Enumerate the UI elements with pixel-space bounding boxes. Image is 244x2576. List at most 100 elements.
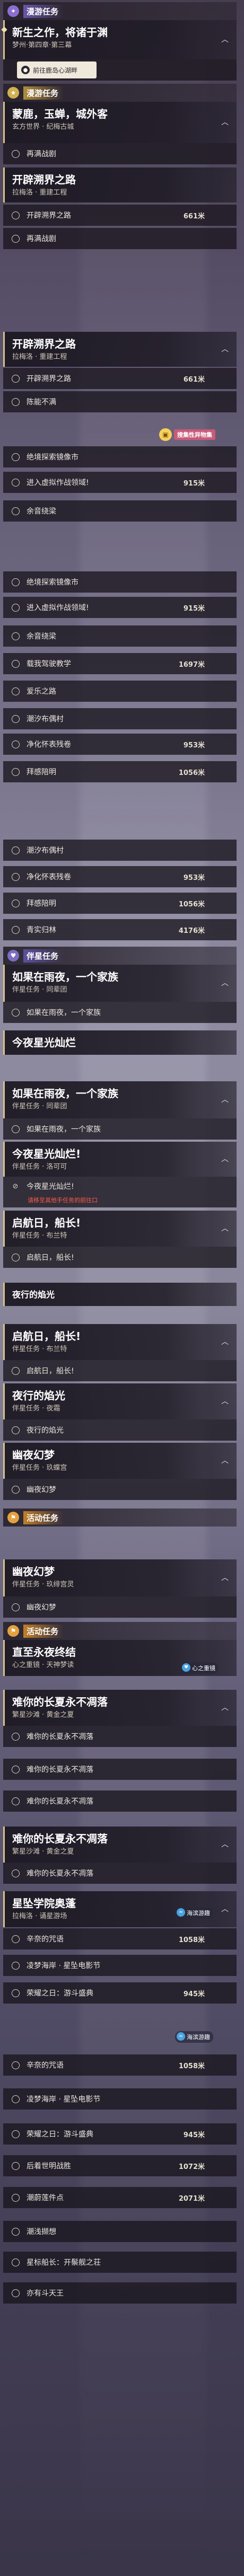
quest-step[interactable]: 荣耀之日：游斗盛典 945米 [3, 1982, 237, 2004]
quest-step[interactable]: 开辟溯界之路 661米 [3, 205, 237, 226]
chevron-up-icon[interactable]: ︿ [220, 1573, 230, 1583]
step-label: 潮蔚莲件点 [27, 2194, 64, 2202]
quest-card[interactable]: 今夜星光灿烂 [3, 1030, 237, 1055]
navigate-label: 前往鹿岛心湖畔 [33, 66, 78, 74]
quest-card[interactable]: 幽夜幻梦 伴星任务 · 玖蝶宫 ︿ [3, 1443, 237, 1479]
step-label: 难你的长夏永不凋落 [27, 1766, 93, 1774]
quest-card[interactable]: 开辟溯界之路 拉梅洛 · 重建工程 ︿ [3, 332, 237, 367]
chevron-up-icon[interactable]: ︿ [220, 1455, 230, 1466]
heart-icon: ♥ [7, 950, 19, 961]
quest-step[interactable]: 再满战剧 [3, 143, 237, 164]
quest-step[interactable]: 拜感陪明 1056米 [3, 893, 237, 914]
quest-step[interactable]: 绝境探索镜像市 [3, 571, 237, 593]
collect-badge[interactable]: ▣ 搜集性异物集 [159, 428, 215, 441]
quest-step[interactable]: 星标船长：开鬃舰之荘 [3, 2252, 237, 2273]
quest-card[interactable]: 幽夜幻梦 伴星任务 · 玖绯宫灵 ︿ [3, 1559, 237, 1596]
step-distance: 1056米 [178, 769, 205, 777]
quest-step[interactable]: 余音绕梁 [3, 625, 237, 647]
step-label: 启航日，船长! [27, 1254, 74, 1262]
chevron-up-icon[interactable]: ︿ [220, 117, 230, 128]
quest-step[interactable]: 潮汐布偶村 [3, 840, 237, 861]
chevron-up-icon[interactable]: ︿ [220, 344, 230, 355]
quest-card-main[interactable]: 新生之作，将诸于渊 梦州·第四章·第三幕 ︿ [1, 20, 237, 59]
quest-card[interactable]: 开辟溯界之路 拉梅洛 · 重建工程 [3, 167, 237, 202]
quest-step[interactable]: 再满战剧 [3, 228, 237, 249]
quest-step[interactable]: 进入虚拟作战领域! 915米 [3, 597, 237, 618]
chevron-up-icon[interactable]: ︿ [220, 1702, 230, 1713]
quest-subtitle: 伴星任务 · 玖绯宫灵 [12, 1581, 74, 1589]
quest-step[interactable]: 绝境探索镜像市 [3, 446, 237, 467]
step-label: 难你的长夏永不凋落 [27, 1797, 93, 1806]
quest-step[interactable]: 潮浅撷想 [3, 2221, 237, 2242]
quest-card[interactable]: 如果在雨夜，一个家族 伴星任务 · 同辈团 ︿ [3, 965, 237, 1002]
quest-step[interactable]: 亦有斗天王 [3, 2282, 237, 2304]
event-tag[interactable]: ≈ 海滨游趣 [175, 2031, 213, 2043]
chevron-up-icon[interactable]: ︿ [220, 1095, 230, 1105]
quest-step[interactable]: 陈能不满 [3, 391, 237, 412]
quest-step[interactable]: 净化怀表残卷 953米 [3, 866, 237, 887]
quest-card[interactable]: 难你的长夏永不凋落 繁星沙滩 · 黄金之夏 ︿ [3, 1690, 237, 1726]
step-circle-icon [11, 2227, 20, 2236]
quest-step[interactable]: 难你的长夏永不凋落 [3, 1790, 237, 1812]
step-circle-icon [11, 1008, 20, 1017]
quest-step[interactable]: 幽夜幻梦 [3, 1596, 237, 1618]
quest-card[interactable]: 蒙鹿，玉蝉，城外客 玄方世界 · 纪梅古城 ︿ [3, 102, 237, 143]
chevron-up-icon[interactable]: ︿ [220, 1223, 230, 1234]
quest-title: 开辟溯界之路 [12, 338, 76, 350]
quest-step[interactable]: 启航日，船长! [3, 1360, 237, 1381]
quest-step[interactable]: 夜行的焰光 [3, 1419, 237, 1441]
quest-step[interactable]: 净化怀表残卷 953米 [3, 734, 237, 755]
quest-step[interactable]: 凌梦海岸 · 星坠电影节 [3, 1955, 237, 1976]
quest-step[interactable]: 潮蔚莲件点 2071米 [3, 2187, 237, 2208]
step-label: 星标船长：开鬃舰之荘 [27, 2259, 101, 2267]
quest-step[interactable]: 凌梦海岸 · 星坠电影节 [3, 2088, 237, 2110]
quest-step[interactable]: 辛奈的咒语 1058米 [3, 2054, 237, 2076]
navigate-button[interactable]: ● 前往鹿岛心湖畔 [17, 61, 97, 78]
quest-step[interactable]: ⊘ 今夜星光灿烂! [3, 1177, 237, 1196]
quest-step[interactable]: 启航日，船长! [3, 1247, 237, 1268]
chevron-up-icon[interactable]: ︿ [220, 978, 230, 989]
quest-step[interactable]: 难你的长夏永不凋落 [3, 1726, 237, 1747]
chevron-up-icon[interactable]: ︿ [220, 1904, 230, 1915]
quest-step[interactable]: 难你的长夏永不凋落 [3, 1863, 237, 1884]
step-label: 拜感陪明 [27, 899, 56, 908]
quest-card[interactable]: 夜行的焰光 [3, 1283, 237, 1306]
quest-step[interactable]: 幽夜幻梦 [3, 1479, 237, 1500]
quest-step[interactable]: 辛奈的咒语 1058米 [3, 1928, 237, 1949]
quest-step[interactable]: 后着世明战胜 1072米 [3, 2155, 237, 2176]
warning-note: 请移至其他手任务的前往口 [3, 1196, 237, 1207]
event-tag[interactable]: ♥ 心之重镜 [180, 1662, 219, 1674]
chevron-up-icon[interactable]: ︿ [220, 34, 230, 45]
chevron-up-icon[interactable]: ︿ [220, 1337, 230, 1347]
step-circle-icon [11, 1485, 20, 1494]
quest-step[interactable]: 拜感陪明 1056米 [3, 761, 237, 782]
quest-step[interactable]: 难你的长夏永不凋落 [3, 1759, 237, 1780]
quest-step[interactable]: 潮汐布偶村 [3, 708, 237, 729]
quest-card[interactable]: 启航日，船长! 伴星任务 · 布兰特 ︿ [3, 1324, 237, 1360]
step-circle-icon [11, 1252, 20, 1262]
quest-card[interactable]: 如果在雨夜，一个家族 伴星任务 · 同辈团 ︿ [3, 1081, 237, 1118]
quest-step[interactable]: 如果在雨夜，一个家族 [3, 1118, 237, 1140]
step-circle-icon [11, 234, 20, 243]
quest-step[interactable]: 荣耀之日：游斗盛典 945米 [3, 2123, 237, 2145]
chevron-up-icon[interactable]: ︿ [220, 1154, 230, 1165]
quest-step[interactable]: 载我驾驶教学 1697米 [3, 653, 237, 674]
quest-step[interactable]: 余音绕梁 [3, 500, 237, 522]
quest-step[interactable]: 开辟溯界之路 661米 [3, 368, 237, 389]
step-circle-icon [11, 1366, 20, 1375]
quest-step[interactable]: 爱乐之路 [3, 681, 237, 702]
event-tag[interactable]: ≈ 海滨游趣 [175, 1907, 213, 1919]
step-distance: 1058米 [178, 1936, 205, 1944]
quest-card[interactable]: 夜行的焰光 伴星任务 · 夜霜 ︿ [3, 1383, 237, 1419]
step-circle-icon [11, 739, 20, 749]
step-distance: 1697米 [178, 660, 205, 669]
quest-step[interactable]: 如果在雨夜，一个家族 [3, 1002, 237, 1023]
quest-step[interactable]: 青实归林 4176米 [3, 919, 237, 940]
quest-step[interactable]: 进入虚拟作战领域! 915米 [3, 472, 237, 493]
quest-card[interactable]: 今夜星光灿烂! 伴星任务 · 洛可可 ︿ [3, 1142, 237, 1177]
quest-card[interactable]: 难你的长夏永不凋落 繁星沙滩 · 黄金之夏 ︿ [3, 1827, 237, 1863]
chevron-up-icon[interactable]: ︿ [220, 1396, 230, 1407]
quest-icon: ✦ [7, 5, 19, 17]
chevron-up-icon[interactable]: ︿ [220, 1839, 230, 1850]
quest-card[interactable]: 启航日，船长! 伴星任务 · 布兰特 ︿ [3, 1211, 237, 1247]
